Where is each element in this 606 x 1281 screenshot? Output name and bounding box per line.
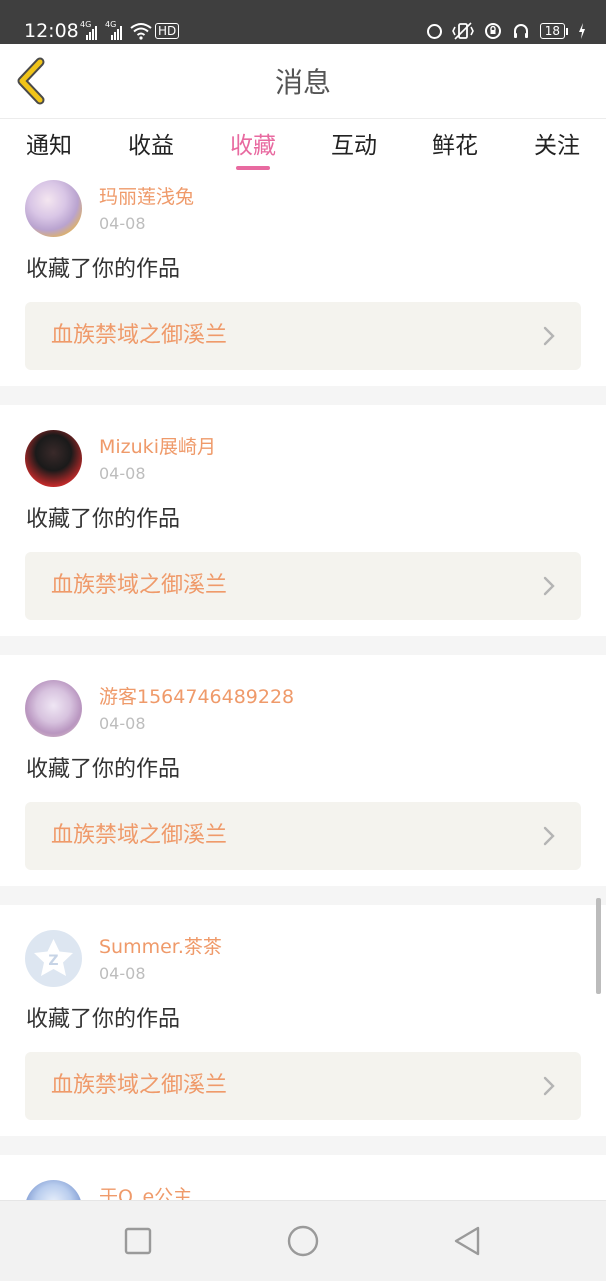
tab-bar: 通知 收益 收藏 互动 鲜花 关注: [0, 119, 606, 176]
message-action: 收藏了你的作品: [26, 1007, 181, 1032]
vibrate-icon: [451, 22, 474, 40]
message-card: Mizuki展崎月 04-08 收藏了你的作品 血族禁域之御溪兰: [0, 405, 606, 636]
signal-icon: 4G: [105, 20, 127, 40]
tab-follows[interactable]: 关注: [517, 131, 597, 161]
username-link[interactable]: 玛丽莲浅兔: [99, 185, 194, 209]
avatar[interactable]: [25, 430, 82, 487]
message-date: 04-08: [99, 964, 146, 983]
home-icon[interactable]: [283, 1223, 323, 1259]
chevron-right-icon: [543, 826, 555, 846]
tab-earnings[interactable]: 收益: [111, 131, 191, 161]
message-date: 04-08: [99, 214, 146, 233]
work-link[interactable]: 血族禁域之御溪兰: [25, 302, 581, 370]
avatar[interactable]: [25, 180, 82, 237]
message-action: 收藏了你的作品: [26, 507, 181, 532]
chevron-right-icon: [543, 326, 555, 346]
avatar[interactable]: Z: [25, 930, 82, 987]
charging-icon: [579, 23, 585, 39]
status-bar: 12:08 4G 4G HD 18: [0, 0, 606, 44]
tab-interactions[interactable]: 互动: [314, 131, 394, 161]
work-link[interactable]: 血族禁域之御溪兰: [25, 802, 581, 870]
hd-icon: HD: [155, 23, 180, 39]
title-bar: 消息: [0, 44, 606, 119]
chevron-right-icon: [543, 1076, 555, 1096]
message-list[interactable]: 玛丽莲浅兔 04-08 收藏了你的作品 血族禁域之御溪兰 Mizuki展崎月 0…: [0, 176, 606, 1200]
message-date: 04-08: [99, 464, 146, 483]
message-card: 于Q_e公主: [0, 1155, 606, 1200]
tab-favorites[interactable]: 收藏: [213, 131, 293, 170]
wifi-icon: [130, 23, 152, 40]
message-date: 04-08: [99, 714, 146, 733]
message-action: 收藏了你的作品: [26, 257, 181, 282]
svg-text:Z: Z: [48, 953, 58, 969]
scrollbar[interactable]: [596, 898, 601, 994]
message-card: 玛丽莲浅兔 04-08 收藏了你的作品 血族禁域之御溪兰: [0, 176, 606, 386]
message-card: Z Summer.茶茶 04-08 收藏了你的作品 血族禁域之御溪兰: [0, 905, 606, 1136]
avatar[interactable]: [25, 1180, 82, 1200]
status-time: 12:08: [24, 20, 79, 42]
work-title: 血族禁域之御溪兰: [51, 1073, 228, 1098]
alarm-icon: [484, 23, 501, 39]
work-title: 血族禁域之御溪兰: [51, 323, 228, 348]
signal-icon: 4G: [80, 20, 102, 40]
username-link[interactable]: Mizuki展崎月: [99, 435, 216, 459]
recent-apps-icon[interactable]: [118, 1223, 158, 1259]
message-card: 游客1564746489228 04-08 收藏了你的作品 血族禁域之御溪兰: [0, 655, 606, 886]
default-avatar-icon: Z: [34, 939, 73, 976]
system-nav-bar: [0, 1200, 606, 1281]
work-link[interactable]: 血族禁域之御溪兰: [25, 1052, 581, 1120]
status-left-icons: 4G 4G HD: [80, 20, 180, 42]
headphones-icon: [513, 24, 528, 38]
chevron-right-icon: [543, 576, 555, 596]
tab-notifications[interactable]: 通知: [9, 131, 89, 161]
status-right-icons: 18: [426, 20, 586, 42]
work-title: 血族禁域之御溪兰: [51, 823, 228, 848]
username-link[interactable]: 于Q_e公主: [99, 1185, 192, 1200]
tab-flowers[interactable]: 鲜花: [415, 131, 495, 161]
back-triangle-icon[interactable]: [448, 1223, 488, 1259]
active-tab-indicator: [236, 166, 270, 170]
data-saver-icon: [426, 23, 442, 39]
page-title: 消息: [274, 66, 331, 99]
message-action: 收藏了你的作品: [26, 757, 181, 782]
username-link[interactable]: Summer.茶茶: [99, 935, 222, 959]
avatar[interactable]: [25, 680, 82, 737]
battery-icon: 18: [539, 23, 568, 39]
username-link[interactable]: 游客1564746489228: [99, 685, 294, 709]
work-link[interactable]: 血族禁域之御溪兰: [25, 552, 581, 620]
work-title: 血族禁域之御溪兰: [51, 573, 228, 598]
